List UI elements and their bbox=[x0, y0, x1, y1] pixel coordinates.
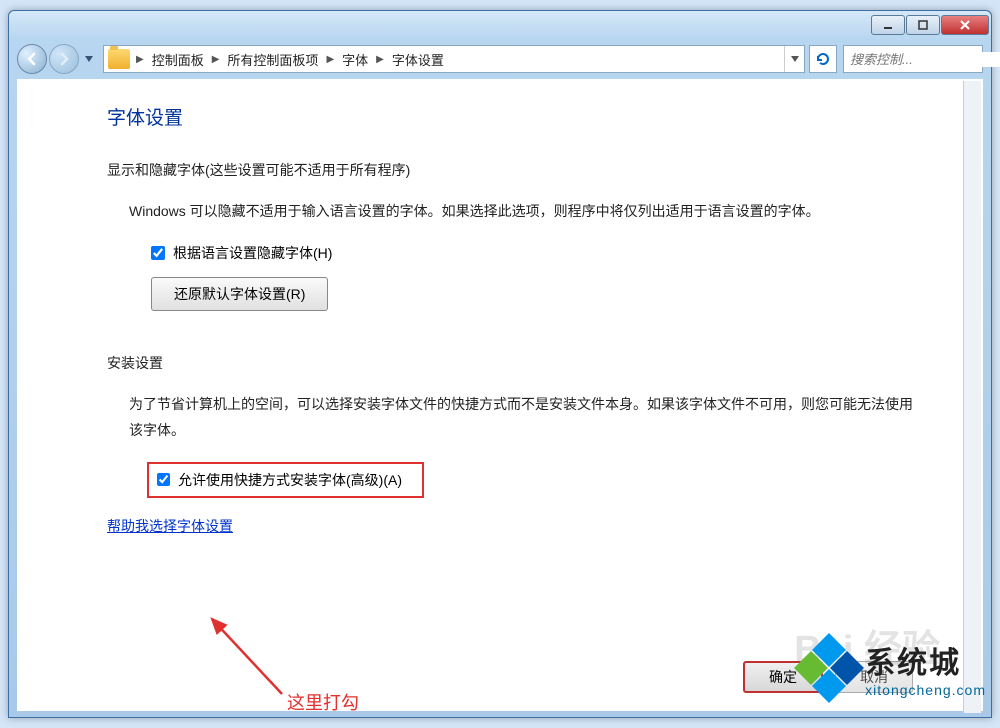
navigation-bar: ▶ 控制面板 ▶ 所有控制面板项 ▶ 字体 ▶ 字体设置 bbox=[17, 41, 983, 77]
breadcrumb-item[interactable]: 字体设置 bbox=[386, 46, 450, 72]
hide-fonts-checkbox[interactable] bbox=[151, 246, 165, 260]
breadcrumb-item[interactable]: 控制面板 bbox=[146, 46, 210, 72]
maximize-button[interactable] bbox=[906, 15, 940, 35]
shortcut-install-checkbox[interactable] bbox=[157, 473, 170, 486]
address-bar[interactable]: ▶ 控制面板 ▶ 所有控制面板项 ▶ 字体 ▶ 字体设置 bbox=[103, 45, 805, 73]
titlebar bbox=[9, 11, 991, 39]
address-dropdown[interactable] bbox=[784, 46, 804, 72]
annotation-text: 这里打勾 bbox=[287, 689, 359, 711]
control-panel-window: ▶ 控制面板 ▶ 所有控制面板项 ▶ 字体 ▶ 字体设置 字体设置 显示和隐藏字… bbox=[8, 10, 992, 718]
chevron-right-icon: ▶ bbox=[134, 54, 146, 65]
chevron-right-icon: ▶ bbox=[374, 54, 386, 65]
minimize-button[interactable] bbox=[871, 15, 905, 35]
breadcrumb-item[interactable]: 字体 bbox=[336, 46, 374, 72]
chevron-right-icon: ▶ bbox=[210, 54, 222, 65]
nav-history-dropdown[interactable] bbox=[81, 44, 97, 74]
dialog-buttons: 确定 取消 bbox=[743, 661, 913, 693]
folder-icon bbox=[108, 49, 130, 69]
restore-defaults-button[interactable]: 还原默认字体设置(R) bbox=[151, 277, 328, 311]
hide-fonts-checkbox-row[interactable]: 根据语言设置隐藏字体(H) bbox=[107, 243, 923, 263]
section-description: Windows 可以隐藏不适用于输入语言设置的字体。如果选择此选项，则程序中将仅… bbox=[107, 198, 923, 225]
close-button[interactable] bbox=[941, 15, 989, 35]
section-heading: 显示和隐藏字体(这些设置可能不适用于所有程序) bbox=[107, 160, 923, 180]
checkbox-label: 根据语言设置隐藏字体(H) bbox=[173, 243, 332, 263]
content-pane: 字体设置 显示和隐藏字体(这些设置可能不适用于所有程序) Windows 可以隐… bbox=[17, 79, 983, 711]
section-heading: 安装设置 bbox=[107, 353, 923, 373]
cancel-button[interactable]: 取消 bbox=[835, 661, 913, 693]
forward-button[interactable] bbox=[49, 44, 79, 74]
checkbox-label: 允许使用快捷方式安装字体(高级)(A) bbox=[178, 470, 402, 490]
ok-button[interactable]: 确定 bbox=[743, 661, 823, 693]
help-link[interactable]: 帮助我选择字体设置 bbox=[107, 516, 233, 536]
section-description: 为了节省计算机上的空间，可以选择安装字体文件的快捷方式而不是安装文件本身。如果该… bbox=[107, 391, 923, 444]
page-title: 字体设置 bbox=[107, 103, 923, 130]
vertical-scrollbar[interactable] bbox=[963, 81, 981, 713]
refresh-button[interactable] bbox=[809, 45, 837, 73]
chevron-right-icon: ▶ bbox=[324, 54, 336, 65]
breadcrumb-item[interactable]: 所有控制面板项 bbox=[221, 46, 324, 72]
search-box[interactable] bbox=[843, 45, 983, 73]
highlighted-checkbox-area: 允许使用快捷方式安装字体(高级)(A) bbox=[147, 462, 424, 498]
search-input[interactable] bbox=[850, 52, 1000, 67]
back-button[interactable] bbox=[17, 44, 47, 74]
